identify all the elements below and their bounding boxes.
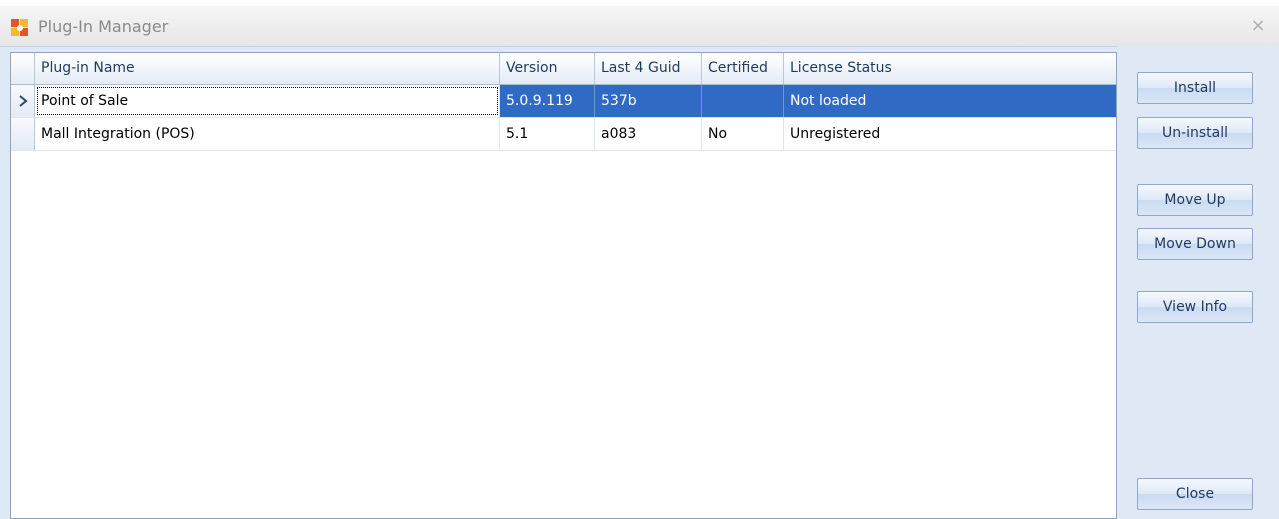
column-header-plugin-name[interactable]: Plug-in Name — [35, 53, 500, 84]
title-bar[interactable]: Plug-In Manager × — [0, 6, 1279, 47]
action-panel: Install Un-install Move Up Move Down Vie… — [1117, 46, 1279, 519]
window-title: Plug-In Manager — [38, 17, 169, 36]
column-header-last-4-guid[interactable]: Last 4 Guid — [595, 53, 702, 84]
cell-last-4-guid[interactable]: a083 — [595, 118, 702, 150]
row-pointer-icon — [19, 95, 28, 107]
column-header-version[interactable]: Version — [500, 53, 595, 84]
plugin-app-icon — [11, 19, 28, 36]
grid-header: Plug-in Name Version Last 4 Guid Certifi… — [11, 53, 1116, 85]
cell-last-4-guid[interactable]: 537b — [595, 85, 702, 117]
table-row[interactable]: Mall Integration (POS) 5.1 a083 No Unreg… — [11, 118, 1116, 151]
close-button[interactable]: Close — [1137, 478, 1253, 510]
cell-plugin-name[interactable]: Mall Integration (POS) — [35, 118, 500, 150]
move-down-button[interactable]: Move Down — [1137, 228, 1253, 260]
cell-license-status[interactable]: Not loaded — [784, 85, 1116, 117]
cell-certified[interactable] — [702, 85, 784, 117]
uninstall-button[interactable]: Un-install — [1137, 117, 1253, 149]
column-header-certified[interactable]: Certified — [702, 53, 784, 84]
cell-certified[interactable]: No — [702, 118, 784, 150]
column-header-license-status[interactable]: License Status — [784, 53, 1116, 84]
table-row[interactable]: Point of Sale 5.0.9.119 537b Not loaded — [11, 85, 1116, 118]
cell-version[interactable]: 5.1 — [500, 118, 595, 150]
view-info-button[interactable]: View Info — [1137, 291, 1253, 323]
close-icon[interactable]: × — [1247, 15, 1269, 37]
cell-plugin-name[interactable]: Point of Sale — [35, 85, 500, 117]
plugin-manager-window: Plug-In Manager × Plug-in Name Version L… — [0, 6, 1279, 519]
plugin-grid[interactable]: Plug-in Name Version Last 4 Guid Certifi… — [10, 52, 1117, 519]
move-up-button[interactable]: Move Up — [1137, 184, 1253, 216]
header-indicator-cell — [11, 53, 35, 84]
row-indicator[interactable] — [11, 85, 35, 117]
cell-license-status[interactable]: Unregistered — [784, 118, 1116, 150]
install-button[interactable]: Install — [1137, 72, 1253, 104]
cell-version[interactable]: 5.0.9.119 — [500, 85, 595, 117]
row-indicator[interactable] — [11, 118, 35, 150]
